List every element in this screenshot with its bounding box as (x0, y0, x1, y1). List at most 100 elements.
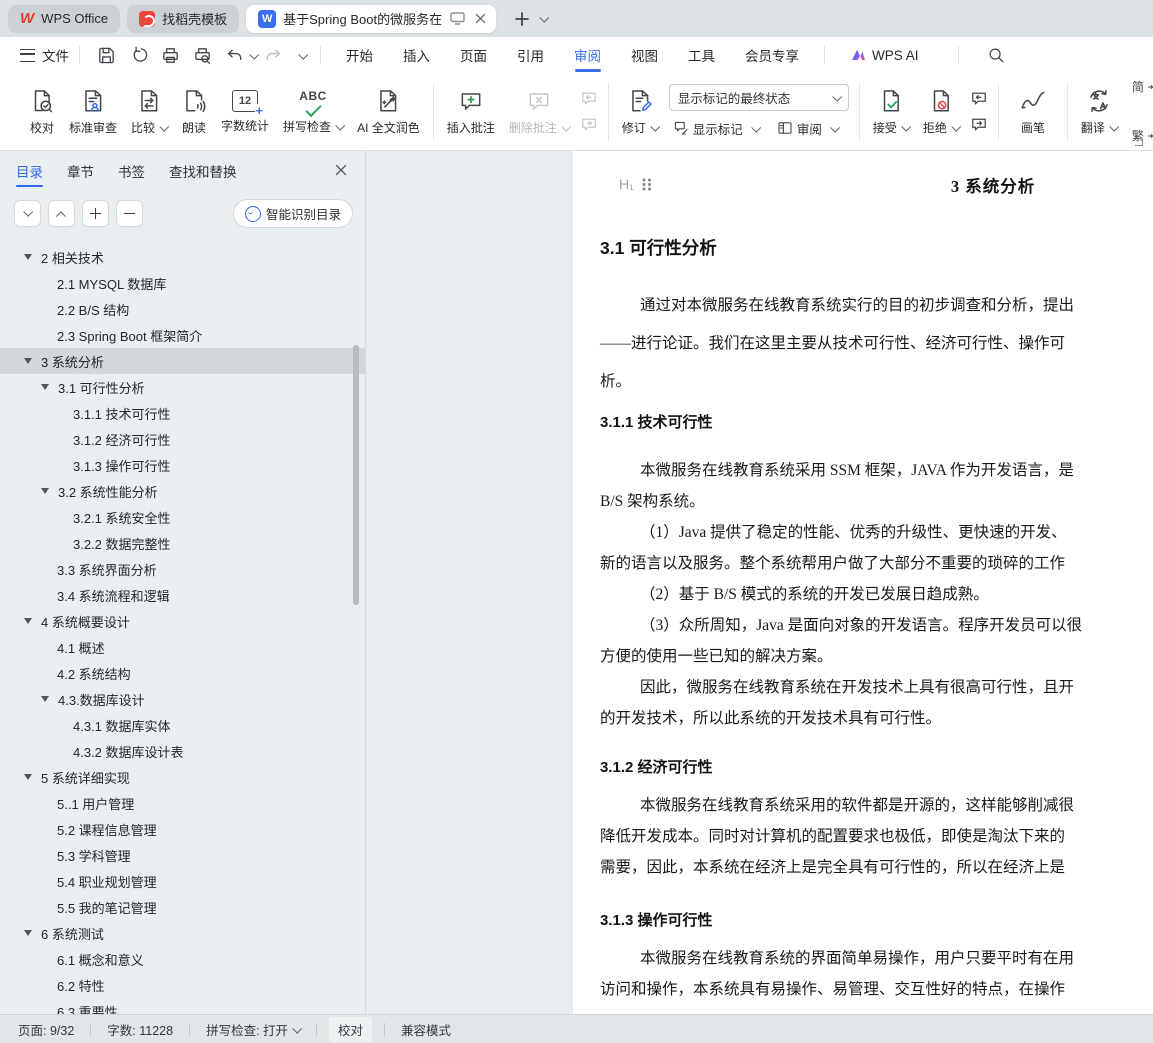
undo-button[interactable] (221, 42, 247, 68)
tab-docer-templates[interactable]: 找稻壳模板 (127, 4, 240, 33)
document-canvas[interactable]: H₁ 3 系统分析 3.1 可行性分析 通过对本微服务在线教育系统实行的目的初步… (367, 151, 1153, 1014)
search-icon[interactable] (983, 42, 1009, 68)
next-comment-button[interactable] (578, 114, 600, 136)
toc-item[interactable]: 5.4 职业规划管理 (0, 868, 365, 894)
menu-wps-ai[interactable]: WPS AI (835, 37, 934, 73)
toc-item[interactable]: 3.2.2 数据完整性 (0, 530, 365, 556)
toc-item[interactable]: 2.3 Spring Boot 框架简介 (0, 322, 365, 348)
translate-button[interactable]: 翻译 (1074, 85, 1124, 139)
tab-wps-office[interactable]: W WPS Office (8, 4, 121, 33)
document-page[interactable]: H₁ 3 系统分析 3.1 可行性分析 通过对本微服务在线教育系统实行的目的初步… (573, 151, 1153, 1014)
toc-item[interactable]: 6 系统测试 (0, 920, 365, 946)
track-changes-button[interactable]: 修订 (615, 85, 665, 139)
toc-item[interactable]: 3.2.1 系统安全性 (0, 504, 365, 530)
close-sidebar-icon[interactable] (335, 164, 347, 179)
show-markup-button[interactable]: 显示标记 (669, 117, 763, 140)
collapse-arrow-icon[interactable] (24, 254, 32, 260)
menu-home[interactable]: 开始 (331, 37, 388, 73)
toc-item[interactable]: 5.2 课程信息管理 (0, 816, 365, 842)
accept-button[interactable]: 接受 (866, 85, 916, 139)
save-button[interactable] (93, 42, 119, 68)
toc-item[interactable]: 6.2 特性 (0, 972, 365, 998)
quickbar-chevron-icon[interactable] (298, 49, 309, 60)
menu-tools[interactable]: 工具 (673, 37, 730, 73)
toc-item[interactable]: 5..1 用户管理 (0, 790, 365, 816)
tab-list-chevron-icon[interactable] (539, 12, 550, 23)
collapse-all-button[interactable] (48, 200, 75, 227)
print-preview-button[interactable] (189, 42, 215, 68)
toc-item[interactable]: 3.1.2 经济可行性 (0, 426, 365, 452)
toc-item[interactable]: 3.2 系统性能分析 (0, 478, 365, 504)
compare-button[interactable]: 比较 (124, 85, 174, 139)
standard-review-button[interactable]: 标准审查 (62, 85, 124, 139)
screen-mode-icon[interactable] (449, 11, 465, 27)
toc-item[interactable]: 5.5 我的笔记管理 (0, 894, 365, 920)
markup-state-dropdown[interactable]: 显示标记的最终状态 (668, 83, 849, 111)
collapse-arrow-icon[interactable] (24, 930, 32, 936)
toc-item[interactable]: 6.1 概念和意义 (0, 946, 365, 972)
spellcheck-status[interactable]: 拼写检查: 打开 (202, 1020, 304, 1039)
toc-item[interactable]: 5 系统详细实现 (0, 764, 365, 790)
toc-item[interactable]: 4.3.2 数据库设计表 (0, 738, 365, 764)
tab-document[interactable]: W 基于Spring Boot的微服务在 (246, 4, 497, 33)
print-button[interactable] (157, 42, 183, 68)
spell-check-button[interactable]: ABC 拼写检查 (276, 86, 350, 138)
menu-review[interactable]: 审阅 (559, 37, 616, 73)
undo-chevron-icon[interactable] (249, 49, 260, 60)
to-traditional-button[interactable]: 简 转繁 (1128, 66, 1153, 108)
new-tab-button[interactable] (509, 6, 535, 32)
toc-item[interactable]: 4.1 概述 (0, 634, 365, 660)
menu-member[interactable]: 会员专享 (730, 37, 814, 73)
redo-button[interactable] (260, 42, 286, 68)
ai-polish-button[interactable]: AI 全文润色 (350, 85, 427, 139)
toc-item[interactable]: 2 相关技术 (0, 244, 365, 270)
toc-item[interactable]: 2.2 B/S 结构 (0, 296, 365, 322)
toc-item[interactable]: 4.3.数据库设计 (0, 686, 365, 712)
toc-item[interactable]: 4 系统概要设计 (0, 608, 365, 634)
collapse-arrow-icon[interactable] (41, 696, 49, 702)
toc-item[interactable]: 5.3 学科管理 (0, 842, 365, 868)
previous-comment-button[interactable] (578, 88, 600, 110)
read-aloud-button[interactable]: 朗读 (174, 85, 214, 139)
expand-all-button[interactable] (14, 200, 41, 227)
proofread-status-button[interactable]: 校对 (329, 1016, 373, 1042)
menu-reference[interactable]: 引用 (502, 37, 559, 73)
toc-item[interactable]: 4.3.1 数据库实体 (0, 712, 365, 738)
delete-comment-button[interactable]: 删除批注 (502, 85, 576, 139)
collapse-arrow-icon[interactable] (24, 358, 32, 364)
hamburger-icon[interactable] (20, 48, 35, 62)
toc-item[interactable]: 6.3 重要性 (0, 998, 365, 1015)
close-tab-icon[interactable] (472, 11, 488, 27)
next-change-button[interactable] (968, 114, 990, 136)
menu-file[interactable]: 文件 (42, 45, 69, 65)
page-indicator[interactable]: 页面: 9/32 (14, 1020, 78, 1039)
collapse-arrow-icon[interactable] (24, 618, 32, 624)
reject-button[interactable]: 拒绝 (916, 85, 966, 139)
menu-view[interactable]: 视图 (616, 37, 673, 73)
menu-insert[interactable]: 插入 (388, 37, 445, 73)
collapse-arrow-icon[interactable] (41, 488, 49, 494)
tab-chapters[interactable]: 章节 (67, 151, 94, 191)
menu-page[interactable]: 页面 (445, 37, 502, 73)
tab-contents[interactable]: 目录 (16, 151, 43, 191)
toc-item[interactable]: 4.2 系统结构 (0, 660, 365, 686)
zoom-out-toc-button[interactable] (116, 200, 143, 227)
word-count-indicator[interactable]: 字数: 11228 (103, 1020, 177, 1039)
export-pdf-button[interactable] (125, 42, 151, 68)
collapse-arrow-icon[interactable] (41, 384, 49, 390)
tab-find-replace[interactable]: 查找和替换 (169, 151, 237, 191)
zoom-in-toc-button[interactable] (82, 200, 109, 227)
compatibility-mode-label[interactable]: 兼容模式 (397, 1020, 455, 1039)
brush-button[interactable]: 画笔 (1005, 85, 1061, 139)
toc-item[interactable]: 2.1 MYSQL 数据库 (0, 270, 365, 296)
toc-item[interactable]: 3.1.3 操作可行性 (0, 452, 365, 478)
toc-item[interactable]: 3.4 系统流程和逻辑 (0, 582, 365, 608)
tab-bookmarks[interactable]: 书签 (118, 151, 145, 191)
ribbon-collapse-icon[interactable] (1135, 138, 1143, 146)
sidebar-scrollbar[interactable] (353, 345, 359, 605)
toc-item[interactable]: 3.1 可行性分析 (0, 374, 365, 400)
insert-comment-button[interactable]: 插入批注 (440, 85, 502, 139)
toc-item[interactable]: 3.3 系统界面分析 (0, 556, 365, 582)
previous-change-button[interactable] (968, 88, 990, 110)
collapse-arrow-icon[interactable] (24, 774, 32, 780)
